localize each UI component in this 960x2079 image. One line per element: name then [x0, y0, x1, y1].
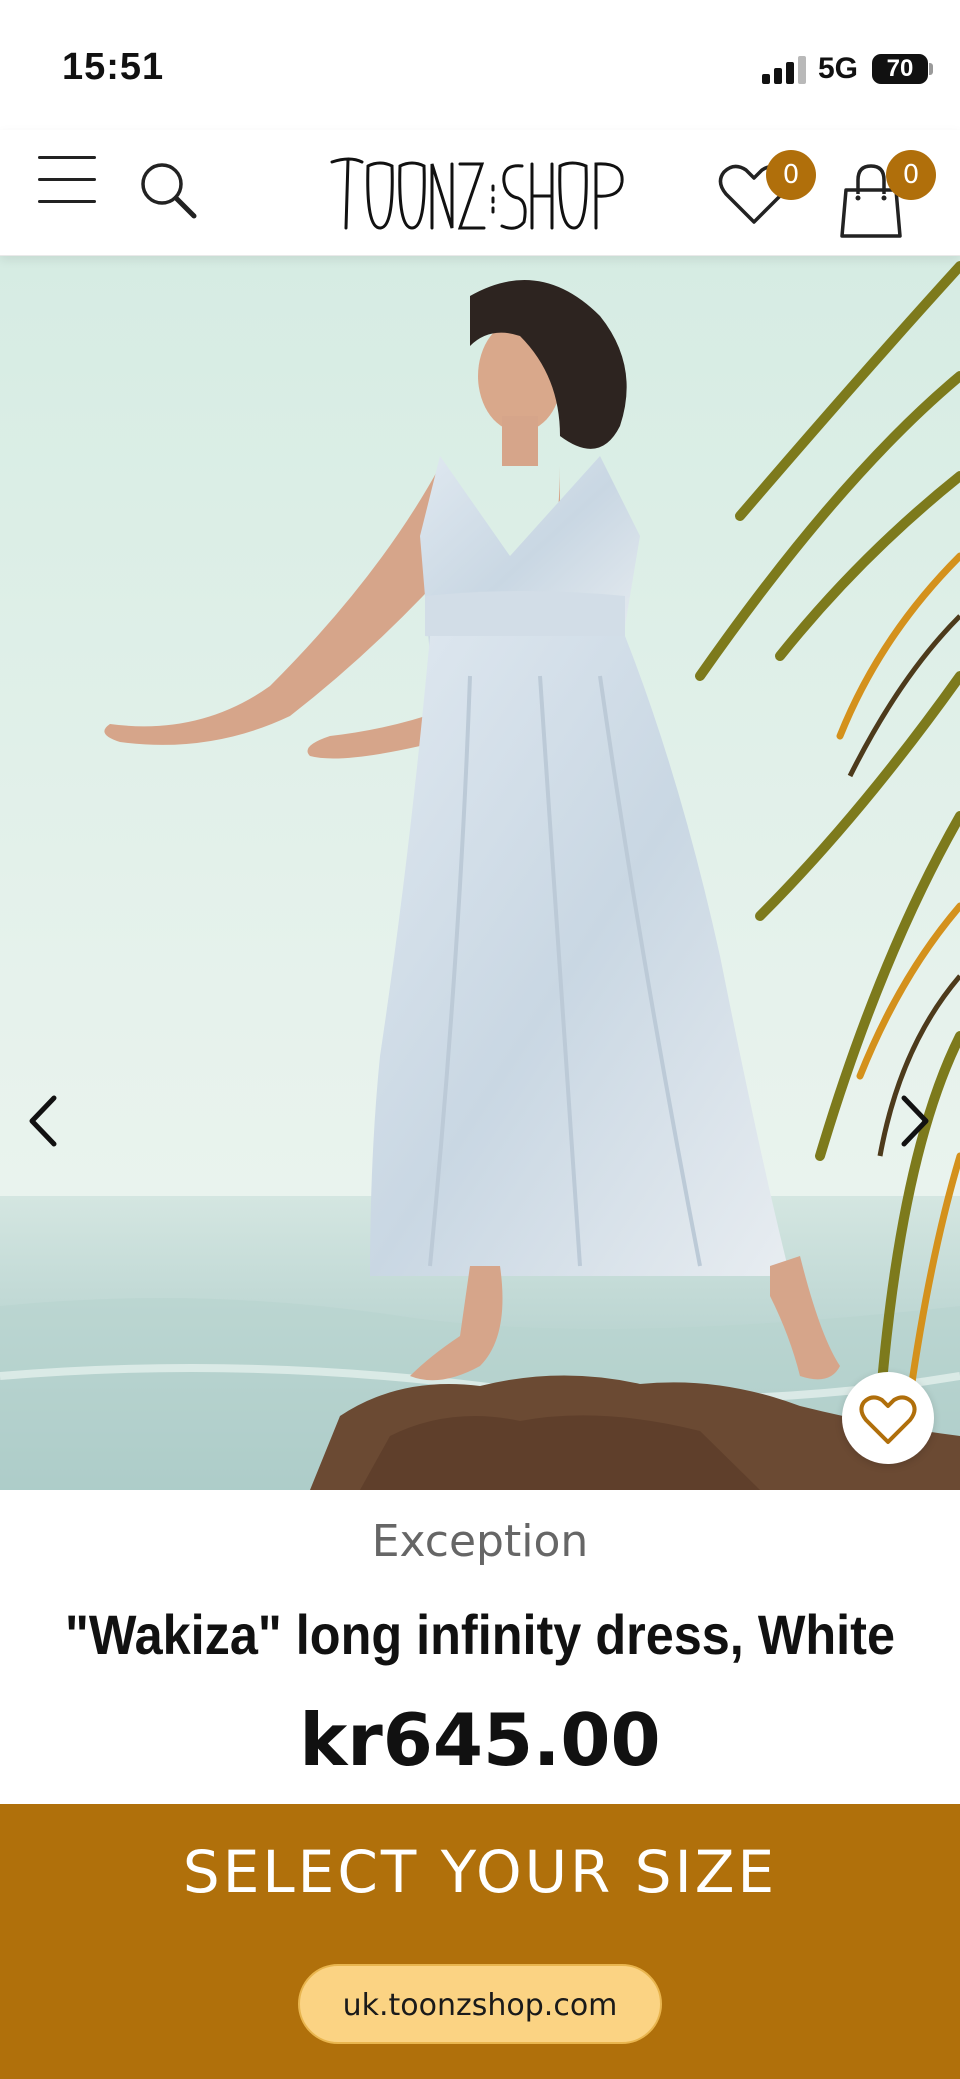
wishlist-count-badge: 0: [766, 150, 816, 200]
search-icon[interactable]: [136, 158, 200, 222]
logo-mark: [330, 157, 624, 230]
cart-button[interactable]: 0: [836, 146, 946, 242]
product-brand[interactable]: Exception: [0, 1516, 960, 1567]
chevron-left-icon: [29, 1095, 57, 1147]
add-to-wishlist-button[interactable]: [842, 1372, 934, 1464]
battery-icon: 70: [872, 54, 928, 84]
status-time: 15:51: [62, 46, 165, 88]
select-size-bar[interactable]: SELECT YOUR SIZE uk.toonzshop.com: [0, 1804, 960, 2079]
chevron-right-icon: [901, 1095, 929, 1147]
product-photo: [0, 256, 960, 1490]
browser-url-bar[interactable]: uk.toonzshop.com: [298, 1964, 662, 2044]
logo[interactable]: [330, 150, 630, 240]
product-price: kr645.00: [299, 1698, 661, 1782]
select-size-button[interactable]: SELECT YOUR SIZE: [0, 1838, 960, 1906]
heart-icon: [859, 1395, 917, 1444]
menu-icon[interactable]: [38, 156, 100, 206]
next-image-button[interactable]: [884, 1076, 944, 1166]
product-info: Exception "Wakiza" long infinity dress, …: [0, 1490, 960, 1804]
network-type: 5G: [818, 52, 859, 85]
product-image-carousel[interactable]: [0, 256, 960, 1490]
previous-image-button[interactable]: [16, 1076, 76, 1166]
site-header: 0 0: [0, 130, 960, 256]
wishlist-button[interactable]: 0: [714, 150, 824, 240]
signal-icon: [762, 56, 806, 84]
product-title: "Wakiza" long infinity dress, White: [64, 1603, 895, 1666]
status-bar: 15:51 5G 70: [0, 0, 960, 130]
battery-tip: [929, 63, 933, 75]
cart-count-badge: 0: [886, 150, 936, 200]
